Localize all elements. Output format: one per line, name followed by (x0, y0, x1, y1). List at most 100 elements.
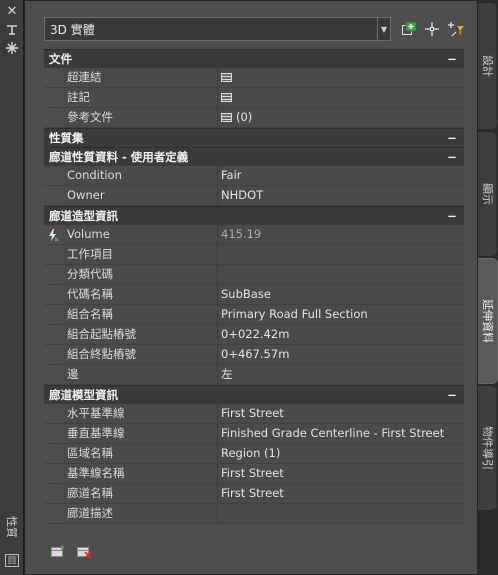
property-value[interactable] (218, 88, 464, 107)
property-row[interactable]: Condition Fair (44, 166, 464, 186)
property-row[interactable]: 代碼名稱 SubBase (44, 285, 464, 305)
palette-title: 性質 (5, 516, 18, 538)
properties-panel: 3D 實體 ▼ 文件 − 超連結 註記 參考文件 (0) 性質集 − 廊道性質資料 - 使用者 (24, 0, 478, 575)
palette-tab[interactable]: 顯示 (478, 131, 498, 257)
property-value-text: 0+467.57m (221, 347, 290, 361)
palette-tab[interactable]: 設計 (478, 2, 498, 130)
property-row[interactable]: 超連結 (44, 68, 464, 88)
property-value[interactable] (218, 245, 464, 264)
property-value[interactable] (218, 504, 464, 523)
property-value[interactable]: First Street (218, 484, 464, 503)
palette-tab-label: 物件導引 (480, 426, 494, 470)
property-row[interactable]: 邊左 (44, 365, 464, 385)
property-row[interactable]: Owner NHDOT (44, 186, 464, 206)
property-name: 代碼名稱 (63, 285, 218, 304)
palette-options-icon[interactable]: 回 (5, 554, 19, 567)
add-property-set-icon (51, 545, 65, 557)
property-value[interactable]: Fair (218, 166, 464, 185)
property-value-text: First Street (221, 406, 284, 420)
properties-menu-icon[interactable] (5, 41, 19, 55)
property-value-text: SubBase (221, 287, 271, 301)
row-gutter (44, 504, 63, 523)
toggle-pickadd-button[interactable] (400, 20, 418, 38)
property-row[interactable]: 工作項目 (44, 245, 464, 265)
category-title: 廊道性質資料 - 使用者定義 (49, 150, 189, 164)
property-row[interactable]: 垂直基準線 Finished Grade Centerline - First S… (44, 424, 464, 444)
property-name: 垂直基準線 (63, 424, 218, 443)
property-value[interactable]: SubBase (218, 285, 464, 304)
quick-select-button[interactable] (448, 20, 466, 38)
add-property-set-button[interactable] (50, 544, 66, 558)
row-gutter (44, 325, 63, 344)
property-row[interactable]: 分類代碼 (44, 265, 464, 285)
crosshair-icon (425, 22, 439, 36)
property-row[interactable]: 廊道名稱 First Street (44, 484, 464, 504)
property-row[interactable]: 廊道描述 (44, 504, 464, 524)
property-row[interactable]: Volume 415.19 (44, 225, 464, 245)
property-value[interactable]: First Street (218, 464, 464, 483)
row-gutter (44, 245, 63, 264)
property-row[interactable]: 註記 (44, 88, 464, 108)
category-header[interactable]: 性質集 − (44, 128, 464, 147)
property-value[interactable]: NHDOT (218, 186, 464, 205)
category-header[interactable]: 廊道造型資訊 − (44, 206, 464, 225)
property-row[interactable]: 區域名稱 Region (1) (44, 444, 464, 464)
category-header[interactable]: 廊道性質資料 - 使用者定義 − (44, 147, 464, 166)
property-value[interactable] (218, 265, 464, 284)
property-row[interactable]: 水平基準線 First Street (44, 404, 464, 424)
collapse-icon[interactable]: − (446, 129, 458, 147)
bottom-toolbar (50, 544, 92, 559)
row-gutter (44, 166, 63, 185)
property-name: 廊道名稱 (63, 484, 218, 503)
property-value[interactable]: 0+022.42m (218, 325, 464, 344)
toolbar: 3D 實體 ▼ (44, 17, 465, 43)
property-row[interactable]: 組合終點樁號 0+467.57m (44, 345, 464, 365)
row-gutter (44, 285, 63, 304)
property-name: 基準線名稱 (63, 464, 218, 483)
property-value[interactable]: First Street (218, 404, 464, 423)
remove-property-set-button[interactable] (76, 544, 92, 559)
palette-tab[interactable]: 物件導引 (478, 385, 498, 511)
property-value-text: Region (1) (221, 446, 281, 460)
palette-tab-label: 顯示 (480, 183, 494, 205)
property-value[interactable]: Primary Road Full Section (218, 305, 464, 324)
select-objects-button[interactable] (423, 20, 441, 38)
property-value[interactable] (218, 68, 464, 87)
property-value-text: (0) (236, 110, 253, 124)
collapse-icon[interactable]: − (446, 207, 458, 225)
collapse-icon[interactable]: − (446, 148, 458, 166)
collapse-icon[interactable]: − (446, 386, 458, 404)
property-row[interactable]: 基準線名稱 First Street (44, 464, 464, 484)
row-gutter (44, 68, 63, 87)
table-icon[interactable] (221, 73, 232, 82)
property-value-text: 0+022.42m (221, 327, 290, 341)
property-value[interactable]: Region (1) (218, 444, 464, 463)
table-icon[interactable] (221, 113, 232, 122)
category-header[interactable]: 文件 − (44, 49, 464, 68)
collapse-icon[interactable]: − (446, 50, 458, 68)
palette-tabs: 設計顯示延伸資料物件導引 (478, 0, 498, 575)
property-row[interactable]: 參考文件 (0) (44, 108, 464, 128)
property-value-text: Fair (221, 168, 242, 182)
property-value[interactable]: 左 (218, 365, 464, 384)
row-gutter (44, 225, 63, 244)
category-header[interactable]: 廊道模型資訊 − (44, 385, 464, 404)
chevron-down-icon[interactable]: ▼ (377, 18, 390, 40)
property-name: 參考文件 (63, 108, 218, 127)
auto-calc-icon (49, 229, 59, 242)
auto-hide-icon[interactable] (5, 23, 19, 37)
object-type-select[interactable]: 3D 實體 ▼ (44, 17, 391, 41)
property-value[interactable]: Finished Grade Centerline - First Street (218, 424, 464, 443)
property-name: 工作項目 (63, 245, 218, 264)
table-icon[interactable] (221, 93, 232, 102)
close-icon[interactable]: ✕ (5, 5, 19, 19)
property-row[interactable]: 組合起點樁號 0+022.42m (44, 325, 464, 345)
property-value[interactable]: (0) (218, 108, 464, 127)
row-gutter (44, 424, 63, 443)
palette-tab[interactable]: 延伸資料 (478, 258, 498, 384)
row-gutter (44, 305, 63, 324)
palette-title-bar[interactable]: ✕ 性質 回 (0, 0, 24, 575)
property-value[interactable]: 0+467.57m (218, 345, 464, 364)
property-row[interactable]: 組合名稱 Primary Road Full Section (44, 305, 464, 325)
property-value: 415.19 (218, 225, 464, 244)
